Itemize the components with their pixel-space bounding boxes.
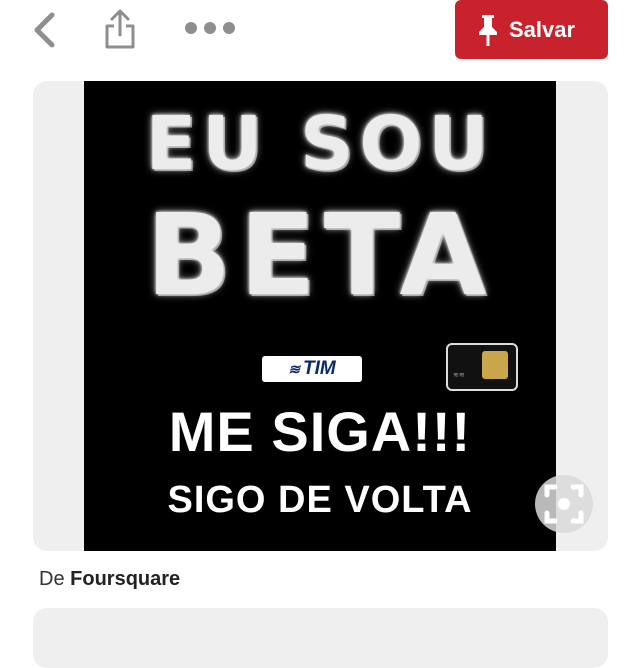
top-toolbar: Salvar <box>0 0 639 62</box>
tim-logo-text: TIM <box>303 358 336 379</box>
sim-chip <box>482 351 508 379</box>
pin-source: De Foursquare <box>39 568 180 591</box>
more-options-button[interactable] <box>180 8 240 48</box>
sim-card-brand-mark: ≋≋ <box>453 372 465 379</box>
pin-image[interactable]: EU SOU BETA ≋ TIM ≋≋ ME SIGA!!! SIGO DE … <box>84 81 556 551</box>
image-text-line2: BETA <box>145 191 495 321</box>
visual-search-button[interactable] <box>533 473 595 535</box>
image-text-line3: ME SIGA!!! <box>168 400 472 463</box>
chevron-left-icon <box>34 12 55 48</box>
source-name-link[interactable]: Foursquare <box>70 568 180 590</box>
next-card <box>33 608 608 668</box>
share-icon <box>105 9 135 49</box>
tim-logo: ≋ TIM <box>262 356 362 382</box>
save-button[interactable]: Salvar <box>455 0 608 59</box>
source-prefix: De <box>39 568 65 590</box>
pin-icon <box>477 13 499 47</box>
sim-card-image: ≋≋ <box>446 343 518 391</box>
image-text-line4: SIGO DE VOLTA <box>167 479 473 521</box>
back-button[interactable] <box>22 8 66 52</box>
more-dots-icon <box>185 22 235 34</box>
share-button[interactable] <box>98 6 142 52</box>
visual-search-icon <box>535 475 593 533</box>
save-button-label: Salvar <box>509 16 576 42</box>
image-text-line1: EU SOU <box>145 101 495 187</box>
tim-waves-icon: ≋ <box>288 360 300 377</box>
